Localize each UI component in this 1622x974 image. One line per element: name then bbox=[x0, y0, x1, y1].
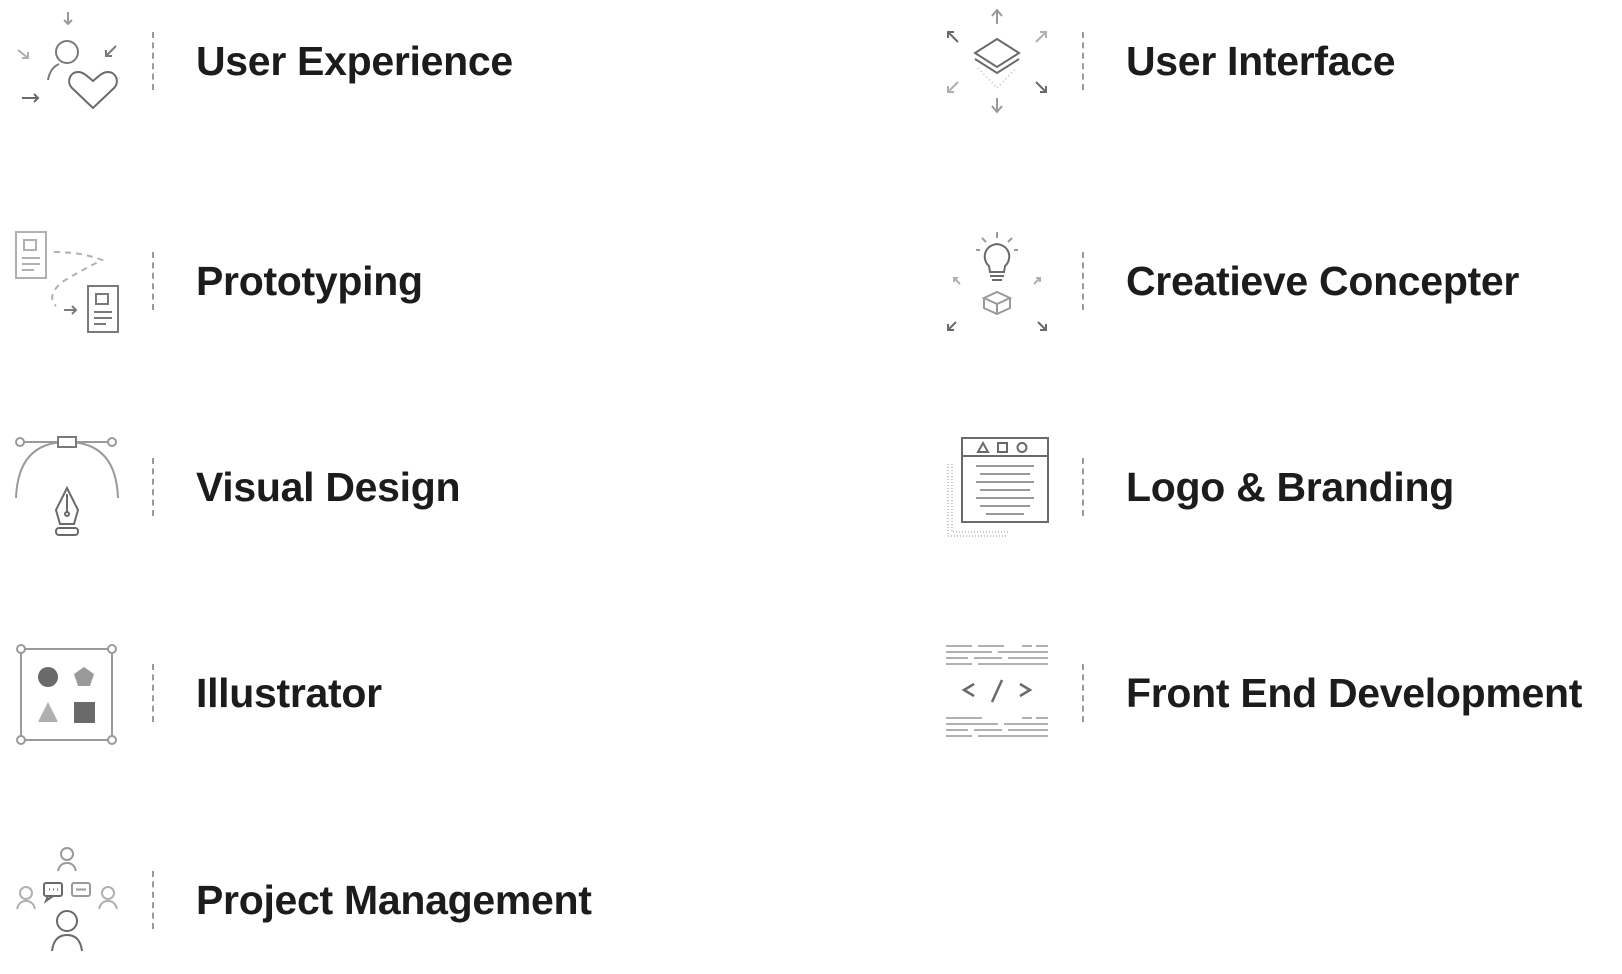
service-title: Visual Design bbox=[196, 464, 461, 510]
service-title: User Experience bbox=[196, 38, 513, 84]
divider bbox=[1082, 458, 1084, 516]
code-icon bbox=[942, 638, 1052, 748]
browser-window-icon bbox=[942, 432, 1052, 542]
user-heart-icon bbox=[12, 6, 122, 116]
service-title: User Interface bbox=[1126, 38, 1396, 84]
divider bbox=[152, 32, 154, 90]
divider bbox=[152, 458, 154, 516]
divider bbox=[1082, 252, 1084, 310]
service-title: Project Management bbox=[196, 877, 592, 923]
team-chat-icon bbox=[12, 845, 122, 955]
pen-tool-icon bbox=[12, 432, 122, 542]
lightbulb-box-icon bbox=[942, 226, 1052, 336]
prototype-flow-icon bbox=[12, 226, 122, 336]
divider bbox=[1082, 32, 1084, 90]
shapes-icon bbox=[12, 638, 122, 748]
service-title: Creatieve Concepter bbox=[1126, 258, 1520, 304]
service-title: Logo & Branding bbox=[1126, 464, 1455, 510]
service-title: Illustrator bbox=[196, 670, 382, 716]
layers-icon bbox=[942, 6, 1052, 116]
service-title: Front End Development bbox=[1126, 670, 1583, 716]
divider bbox=[152, 252, 154, 310]
service-title: Prototyping bbox=[196, 258, 423, 304]
divider bbox=[152, 871, 154, 929]
divider bbox=[1082, 664, 1084, 722]
divider bbox=[152, 664, 154, 722]
